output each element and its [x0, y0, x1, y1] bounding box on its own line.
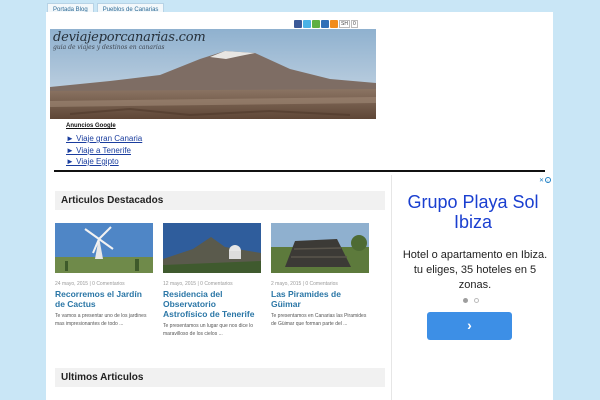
- page-container: SH 0 deviajeporcanarias.com guia de viaj…: [46, 12, 553, 400]
- article-title[interactable]: Recorremos el Jardín de Cactus: [55, 289, 153, 309]
- article-card[interactable]: 2 mayo, 2015 | 0 Comentarios Las Piramid…: [271, 223, 369, 328]
- observatory-thumbnail[interactable]: [163, 223, 261, 273]
- article-card[interactable]: 12 mayo, 2015 | 0 Comentarios Residencia…: [163, 223, 261, 338]
- display-advert[interactable]: ✕ i Grupo Playa Sol Ibiza Hotel o aparta…: [391, 175, 553, 400]
- share-button[interactable]: SH: [339, 20, 350, 28]
- share-count: 0: [350, 20, 358, 28]
- piramides-guimar-thumbnail[interactable]: [271, 223, 369, 273]
- advert-next-button[interactable]: ›: [427, 312, 512, 340]
- article-excerpt: Te vamos a presentar uno de los jardines…: [55, 313, 147, 327]
- featured-heading: Articulos Destacados: [55, 191, 385, 210]
- social-share-bar: SH 0: [294, 20, 359, 28]
- article-card[interactable]: 24 mayo, 2015 | 0 Comentarios Recorremos…: [55, 223, 153, 328]
- rss-icon[interactable]: [330, 20, 338, 28]
- google-ads-title[interactable]: Anuncios Google: [66, 123, 142, 129]
- advert-body[interactable]: Hotel o apartamento en Ibiza. tu eliges,…: [400, 248, 550, 293]
- ad-link-viaje-egipto[interactable]: ► Viaje Egipto: [66, 156, 142, 168]
- info-icon[interactable]: i: [545, 177, 551, 183]
- divider: [54, 170, 545, 172]
- twitter-icon[interactable]: [303, 20, 311, 28]
- site-tagline: guia de viajes y destinos en canarias: [53, 44, 165, 51]
- ad-link-viaje-gran-canaria[interactable]: ► Viaje gran Canaria: [66, 133, 142, 145]
- ad-link-viaje-a-tenerife[interactable]: ► Viaje a Tenerife: [66, 145, 142, 157]
- cactus-garden-thumbnail[interactable]: [55, 223, 153, 273]
- article-meta: 2 mayo, 2015 | 0 Comentarios: [271, 281, 338, 287]
- pagination-dot[interactable]: [474, 298, 479, 303]
- header-banner[interactable]: deviajeporcanarias.com guia de viajes y …: [50, 29, 376, 119]
- article-title[interactable]: Las Piramides de Güimar: [271, 289, 369, 309]
- facebook-icon[interactable]: [294, 20, 302, 28]
- article-meta: 24 mayo, 2015 | 0 Comentarios: [55, 281, 125, 287]
- delicious-icon[interactable]: [321, 20, 329, 28]
- article-meta: 12 mayo, 2015 | 0 Comentarios: [163, 281, 233, 287]
- chevron-right-icon: ›: [467, 317, 472, 333]
- site-title: deviajeporcanarias.com: [53, 30, 206, 45]
- pagination-dot-active[interactable]: [463, 298, 468, 303]
- latest-heading: Ultimos Articulos: [55, 368, 385, 387]
- advert-pagination: [463, 298, 485, 303]
- close-icon[interactable]: ✕: [539, 177, 544, 184]
- google-ads-block: Anuncios Google ► Viaje gran Canaria ► V…: [66, 123, 142, 168]
- article-title[interactable]: Residencia del Observatorio Astrofísico …: [163, 289, 261, 319]
- article-excerpt: Te presentamos un lugar que nos dice lo …: [163, 323, 254, 337]
- article-excerpt: Te presentamos en Canarias las Piramides…: [271, 313, 367, 327]
- advert-headline[interactable]: Grupo Playa Sol Ibiza: [392, 192, 554, 232]
- googleplus-icon[interactable]: [312, 20, 320, 28]
